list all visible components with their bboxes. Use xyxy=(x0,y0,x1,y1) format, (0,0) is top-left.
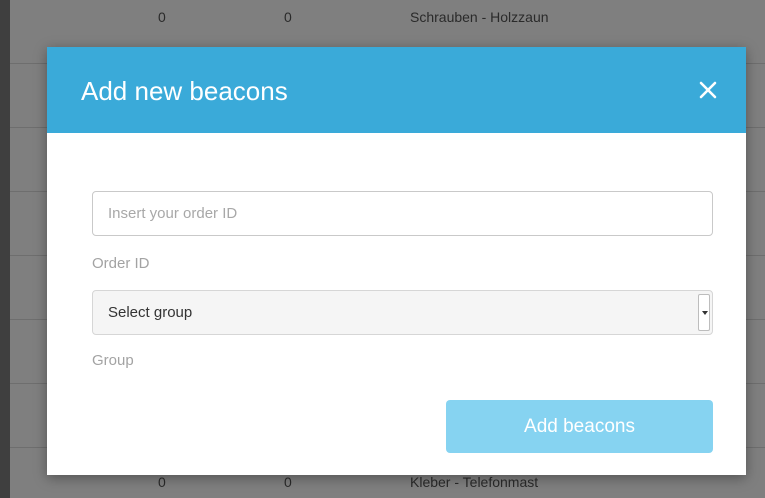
order-id-input[interactable] xyxy=(92,191,713,236)
close-button[interactable] xyxy=(693,75,723,105)
group-select[interactable]: Select group xyxy=(92,290,713,335)
close-icon xyxy=(699,81,717,99)
modal-title: Add new beacons xyxy=(81,76,288,106)
chevron-down-icon[interactable] xyxy=(698,294,710,331)
modal-header: Add new beacons xyxy=(47,47,746,133)
add-beacons-modal: Add new beacons Order ID Select group Gr… xyxy=(47,47,746,475)
add-beacons-button[interactable]: Add beacons xyxy=(446,400,713,453)
group-label: Group xyxy=(92,352,134,369)
order-id-label: Order ID xyxy=(92,255,150,272)
group-select-value: Select group xyxy=(108,304,193,321)
